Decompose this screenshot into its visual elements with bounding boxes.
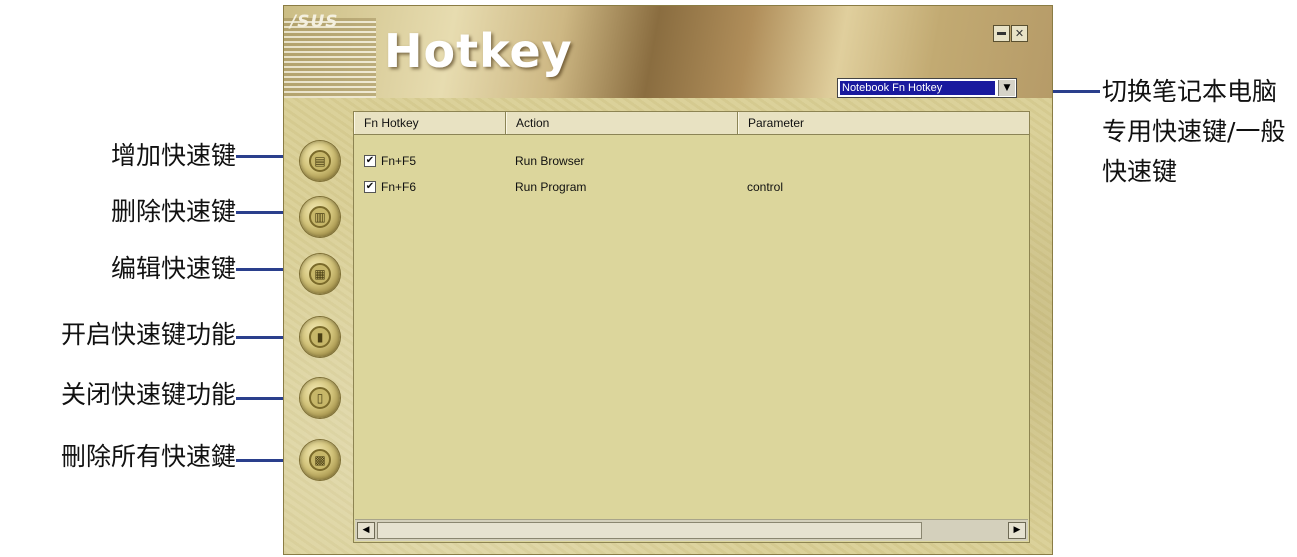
title-bar: /SUS Hotkey ✕ Notebook Fn Hotkey ▼ [284, 6, 1052, 98]
delete-all-hotkeys-icon: ▩ [309, 449, 331, 471]
disable-hotkey-icon: ▯ [309, 387, 331, 409]
hotkey-mode-value: Notebook Fn Hotkey [840, 81, 995, 95]
callout-disable-hotkey: 关闭快速键功能 [60, 380, 236, 409]
app-title: Hotkey [384, 24, 573, 78]
callout-enable-hotkey: 开启快速键功能 [60, 320, 236, 349]
enable-hotkey-icon: ▮ [309, 326, 331, 348]
table-row[interactable]: ✔ Fn+F5 Run Browser [354, 150, 1029, 172]
hotkey-mode-select[interactable]: Notebook Fn Hotkey ▼ [837, 78, 1017, 98]
cell-parameter: control [747, 180, 784, 194]
column-header-parameter[interactable]: Parameter [738, 112, 1029, 134]
cell-action: Run Program [515, 180, 587, 194]
column-header-fn-hotkey[interactable]: Fn Hotkey [354, 112, 506, 134]
hotkey-list[interactable]: Fn Hotkey Action Parameter ✔ Fn+F5 Run B… [353, 111, 1030, 543]
enable-hotkey-button[interactable]: ▮ [300, 317, 340, 357]
delete-hotkey-button[interactable]: ▥ [300, 197, 340, 237]
list-header: Fn Hotkey Action Parameter [354, 112, 1029, 135]
edit-hotkey-icon: ▦ [309, 263, 331, 285]
row-checkbox[interactable]: ✔ [364, 155, 376, 167]
scroll-right-icon: ▶ [1013, 525, 1021, 535]
scroll-left-icon: ◀ [362, 525, 370, 535]
edit-hotkey-button[interactable]: ▦ [300, 254, 340, 294]
close-button[interactable]: ✕ [1011, 25, 1028, 42]
callout-add-hotkey: 增加快速键 [110, 141, 236, 170]
cell-fn-hotkey: Fn+F6 [381, 180, 417, 194]
column-header-action[interactable]: Action [506, 112, 738, 134]
scroll-left-button[interactable]: ◀ [357, 522, 375, 539]
horizontal-scrollbar[interactable]: ◀ ▶ [355, 519, 1028, 541]
row-checkbox[interactable]: ✔ [364, 181, 376, 193]
minimize-icon [997, 32, 1006, 35]
callout-edit-hotkey: 编辑快速键 [110, 254, 236, 283]
table-row[interactable]: ✔ Fn+F6 Run Program control [354, 176, 1029, 198]
disable-hotkey-button[interactable]: ▯ [300, 378, 340, 418]
callout-switch-hotkey-mode: 切换笔记本电脑专用快速键/一般快速键 [1102, 77, 1286, 186]
chevron-down-icon[interactable]: ▼ [998, 80, 1015, 96]
scrollbar-thumb[interactable] [377, 522, 922, 539]
scroll-right-button[interactable]: ▶ [1008, 522, 1026, 539]
add-hotkey-icon: ▤ [309, 150, 331, 172]
minimize-button[interactable] [993, 25, 1010, 42]
cell-fn-hotkey: Fn+F5 [381, 154, 417, 168]
delete-hotkey-icon: ▥ [309, 206, 331, 228]
delete-all-hotkeys-button[interactable]: ▩ [300, 440, 340, 480]
callout-delete-hotkey: 删除快速键 [110, 197, 236, 226]
hotkey-window: /SUS Hotkey ✕ Notebook Fn Hotkey ▼ ▤ ▥ ▦… [283, 5, 1053, 555]
close-icon: ✕ [1014, 27, 1025, 40]
callout-delete-all-hotkeys: 刪除所有快速鍵 [60, 442, 236, 471]
add-hotkey-button[interactable]: ▤ [300, 141, 340, 181]
asus-logo: /SUS [290, 12, 339, 32]
cell-action: Run Browser [515, 154, 585, 168]
